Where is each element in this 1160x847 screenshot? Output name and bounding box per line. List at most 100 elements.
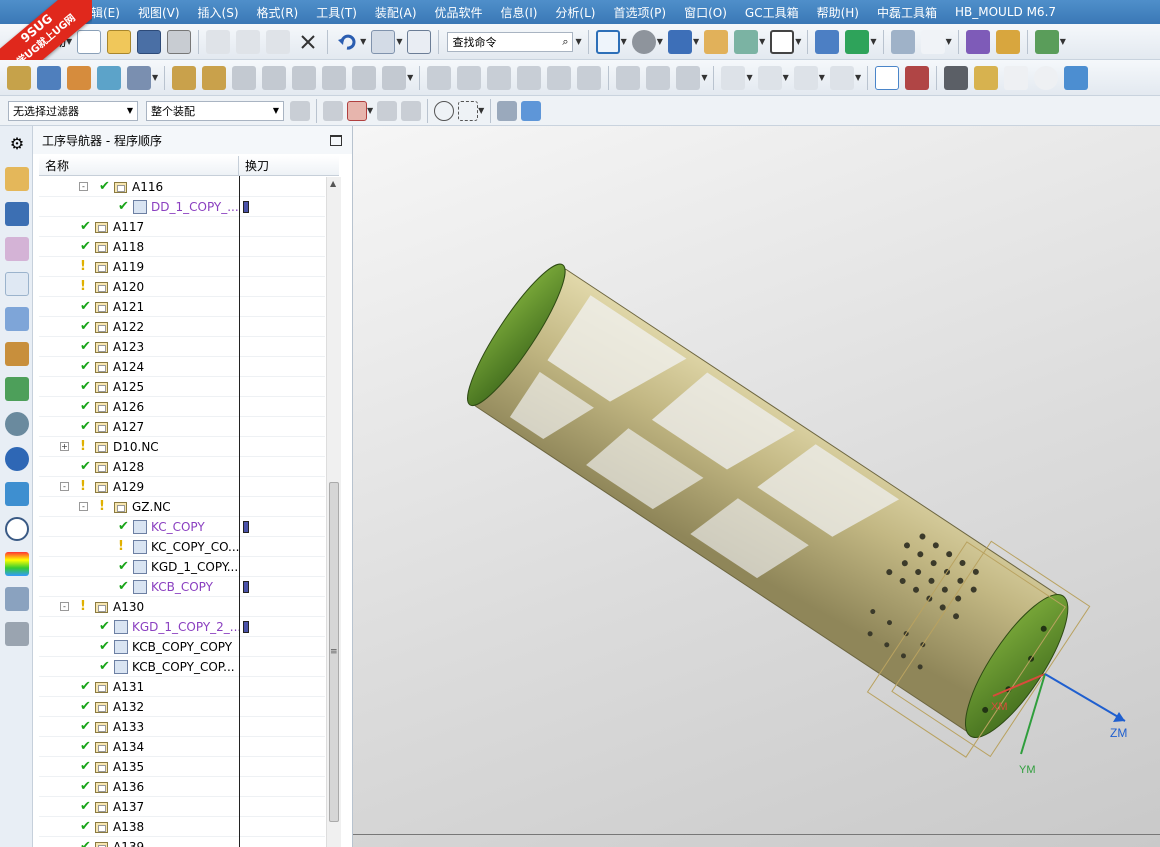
navigator-scrollbar[interactable]: ▲ ≡ xyxy=(326,177,341,847)
clipboard-icon[interactable] xyxy=(646,65,671,90)
program-group-row[interactable]: ✔ A137 xyxy=(39,797,325,817)
operation-row[interactable]: ! KC_COPY_CO... xyxy=(39,537,325,557)
tool-list-icon[interactable] xyxy=(517,65,542,90)
assembly-layer-icon[interactable] xyxy=(890,29,915,54)
program-group-row[interactable]: -! GZ.NC xyxy=(39,497,325,517)
menu-item-7[interactable]: 信息(I) xyxy=(492,4,547,21)
new-file-icon[interactable] xyxy=(77,29,102,54)
history-clock-icon[interactable] xyxy=(5,517,29,541)
snap-features-icon[interactable] xyxy=(347,100,367,121)
align-icon[interactable] xyxy=(427,65,452,90)
feeds-speeds-icon[interactable] xyxy=(487,65,512,90)
menu-item-4[interactable]: 工具(T) xyxy=(307,4,366,21)
program-order-view-icon[interactable] xyxy=(875,65,900,90)
assembly-navigator-icon[interactable] xyxy=(5,167,29,191)
menu-item-10[interactable]: 窗口(O) xyxy=(675,4,736,21)
maximize-icon[interactable] xyxy=(330,134,342,146)
menu-item-8[interactable]: 分析(L) xyxy=(546,4,604,21)
snap-dropdown-icon[interactable]: ▼ xyxy=(367,106,373,115)
program-group-row[interactable]: +! D10.NC xyxy=(39,437,325,457)
program-group-row[interactable]: ✔ A132 xyxy=(39,697,325,717)
program-group-row[interactable]: ✔ A139 xyxy=(39,837,325,847)
snap-point-icon[interactable] xyxy=(323,100,343,121)
program-group-row[interactable]: ✔ A127 xyxy=(39,417,325,437)
path-cleanup-icon[interactable] xyxy=(829,65,854,90)
robot-arm-icon[interactable] xyxy=(5,622,29,646)
simulate-dropdown-icon[interactable]: ▼ xyxy=(1060,37,1066,46)
reuse-library-icon[interactable] xyxy=(5,342,29,366)
background-color-icon[interactable] xyxy=(770,29,795,54)
background-dropdown-icon[interactable]: ▼ xyxy=(795,37,801,46)
program-group-row[interactable]: ✔ A126 xyxy=(39,397,325,417)
column-tool-change-header[interactable]: 换刀 xyxy=(239,156,269,175)
program-group-row[interactable]: -! A129 xyxy=(39,477,325,497)
crosshair-icon[interactable] xyxy=(1004,65,1029,90)
delete-icon[interactable] xyxy=(296,30,320,54)
path-edit-dropdown-icon[interactable]: ▼ xyxy=(783,73,789,82)
eye-icon[interactable] xyxy=(5,412,29,436)
program-group-row[interactable]: - ✔ A116 xyxy=(39,177,325,197)
create-geometry-icon[interactable] xyxy=(67,65,91,90)
postprocess-icon[interactable] xyxy=(352,65,377,90)
program-group-row[interactable]: ✔ A131 xyxy=(39,677,325,697)
program-group-row[interactable]: ✔ A118 xyxy=(39,237,325,257)
mould-tool-icon[interactable] xyxy=(1064,65,1089,90)
operation-row[interactable]: ✔ KC_COPY xyxy=(39,517,325,537)
layer-settings-icon[interactable] xyxy=(704,29,729,54)
verify-toolpath-icon[interactable] xyxy=(262,65,287,90)
information-icon[interactable] xyxy=(407,29,432,54)
search-dropdown-icon[interactable]: ▼ xyxy=(575,37,581,46)
menu-item-14[interactable]: HB_MOULD M6.7 xyxy=(946,5,1065,19)
open-folder-icon[interactable] xyxy=(107,29,132,54)
menu-item-13[interactable]: 中磊工具箱 xyxy=(868,4,946,21)
menu-item-0[interactable]: 编辑(E) xyxy=(70,4,129,21)
shaded-cube-dropdown-icon[interactable]: ▼ xyxy=(693,37,699,46)
operation-row[interactable]: ✔ KGD_1_COPY_2_... xyxy=(39,617,325,637)
copy-icon[interactable] xyxy=(236,29,261,54)
timer-icon[interactable] xyxy=(676,65,701,90)
machining-method-view-icon[interactable] xyxy=(974,65,999,90)
command-search-input[interactable]: 查找命令 ⌕ xyxy=(447,31,574,52)
graphics-viewport[interactable]: XM YM ZM xyxy=(353,126,1160,847)
menu-item-3[interactable]: 格式(R) xyxy=(248,4,308,21)
menu-item-9[interactable]: 首选项(P) xyxy=(604,4,675,21)
program-group-row[interactable]: ✔ A134 xyxy=(39,737,325,757)
wcs-icon[interactable] xyxy=(920,29,945,54)
component-select-icon[interactable] xyxy=(497,100,518,121)
copy-objects-icon[interactable] xyxy=(371,29,396,54)
path-cleanup-dropdown-icon[interactable]: ▼ xyxy=(855,73,861,82)
view-orient-dropdown-icon[interactable]: ▼ xyxy=(759,37,765,46)
machine-navigator-icon[interactable] xyxy=(5,307,29,331)
replay-toolpath-icon[interactable] xyxy=(202,65,227,90)
rectangle-select-dropdown-icon[interactable]: ▼ xyxy=(478,106,484,115)
copy-objects-dropdown-icon[interactable]: ▼ xyxy=(396,37,402,46)
render-style-icon[interactable] xyxy=(631,29,656,54)
move-object-icon[interactable] xyxy=(815,29,840,54)
operation-row[interactable]: ✔ KGD_1_COPY... xyxy=(39,557,325,577)
process-studio-icon[interactable] xyxy=(5,587,29,611)
collapse-icon[interactable]: - xyxy=(79,181,88,191)
generate-toolpath-icon[interactable] xyxy=(172,65,197,90)
program-group-row[interactable]: ! A119 xyxy=(39,257,325,277)
timer-dropdown-icon[interactable]: ▼ xyxy=(701,73,707,82)
create-dropdown-icon[interactable]: ▼ xyxy=(152,73,158,82)
operation-row[interactable]: ✔ KCB_COPY_COPY xyxy=(39,637,325,657)
collapse-icon[interactable]: - xyxy=(60,601,69,611)
operation-navigator-icon[interactable] xyxy=(5,272,29,296)
list-toolpath-icon[interactable] xyxy=(232,65,257,90)
analysis-icon[interactable] xyxy=(995,29,1020,54)
collapse-icon[interactable]: - xyxy=(60,481,69,491)
search-operation-icon[interactable] xyxy=(1034,65,1059,90)
path-display-icon[interactable] xyxy=(721,65,746,90)
program-group-row[interactable]: ✔ A136 xyxy=(39,777,325,797)
create-operation-icon[interactable] xyxy=(127,65,151,90)
create-tool-icon[interactable] xyxy=(37,65,61,90)
select-type-icon[interactable] xyxy=(434,100,455,121)
program-group-row[interactable]: ✔ A128 xyxy=(39,457,325,477)
shaded-cube-icon[interactable] xyxy=(667,29,692,54)
program-group-row[interactable]: ✔ A138 xyxy=(39,817,325,837)
path-edit-icon[interactable] xyxy=(757,65,782,90)
measure-icon[interactable] xyxy=(965,29,990,54)
path-transform-icon[interactable] xyxy=(793,65,818,90)
body-select-icon[interactable] xyxy=(521,100,542,121)
